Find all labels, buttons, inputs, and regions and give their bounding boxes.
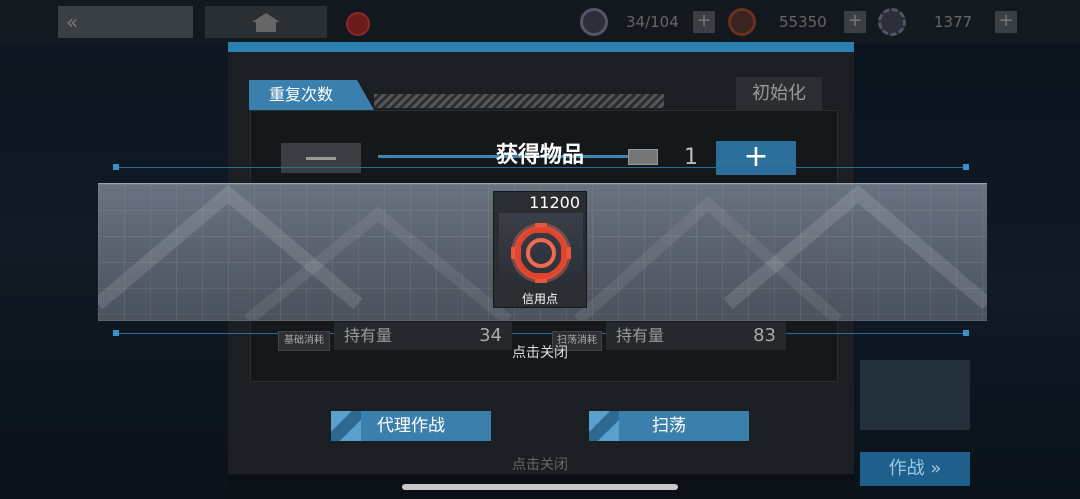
hatch-decoration bbox=[374, 94, 664, 108]
sanity-value: 34/104 bbox=[626, 13, 679, 31]
hold-amount-right: 持有量 83 bbox=[606, 322, 786, 350]
decrease-button[interactable] bbox=[281, 143, 361, 173]
count-value: 1 bbox=[684, 145, 698, 170]
orundum-value: 1377 bbox=[934, 13, 973, 31]
hold-amount-left: 持有量 34 bbox=[334, 322, 512, 350]
base-cost-tag: 基础消耗 bbox=[278, 331, 330, 351]
hold-label: 持有量 bbox=[616, 326, 665, 345]
hold-label: 持有量 bbox=[344, 326, 393, 345]
divider-dot bbox=[113, 330, 119, 336]
sanity-add-button[interactable]: + bbox=[693, 11, 715, 33]
reward-title: 获得物品 bbox=[495, 143, 584, 168]
orundum-add-button[interactable]: + bbox=[995, 11, 1017, 33]
combat-button[interactable]: 作战 » bbox=[860, 452, 970, 486]
reward-item-name: 信用点 bbox=[521, 292, 558, 306]
divider-line bbox=[115, 333, 965, 334]
close-hint[interactable]: 点击关闭 bbox=[490, 342, 590, 364]
reward-item-count: 11200 bbox=[529, 193, 580, 212]
close-hint-bottom[interactable]: 点击关闭 bbox=[490, 454, 590, 476]
lmd-value: 55350 bbox=[779, 13, 827, 31]
divider-dot bbox=[113, 164, 119, 170]
repeat-count-label: 重复次数 bbox=[249, 80, 374, 110]
divider-dot bbox=[963, 164, 969, 170]
reset-button[interactable]: 初始化 bbox=[736, 77, 822, 111]
hold-value: 83 bbox=[753, 325, 776, 346]
home-icon bbox=[252, 13, 280, 32]
home-button[interactable] bbox=[205, 6, 327, 38]
sweep-button[interactable]: 扫荡 bbox=[589, 411, 749, 441]
background-card bbox=[860, 360, 970, 430]
lmd-icon bbox=[728, 8, 756, 36]
credit-icon bbox=[511, 223, 571, 283]
divider-dot bbox=[963, 330, 969, 336]
sanity-icon bbox=[580, 8, 608, 36]
proxy-battle-button[interactable]: 代理作战 bbox=[331, 411, 491, 441]
lmd-add-button[interactable]: + bbox=[844, 11, 866, 33]
home-indicator[interactable] bbox=[402, 484, 678, 490]
reward-item-icon-frame bbox=[499, 213, 583, 289]
alert-icon[interactable] bbox=[346, 12, 370, 36]
back-button[interactable]: « bbox=[58, 6, 193, 38]
orundum-icon bbox=[878, 8, 906, 36]
increase-button[interactable]: + bbox=[716, 141, 796, 175]
